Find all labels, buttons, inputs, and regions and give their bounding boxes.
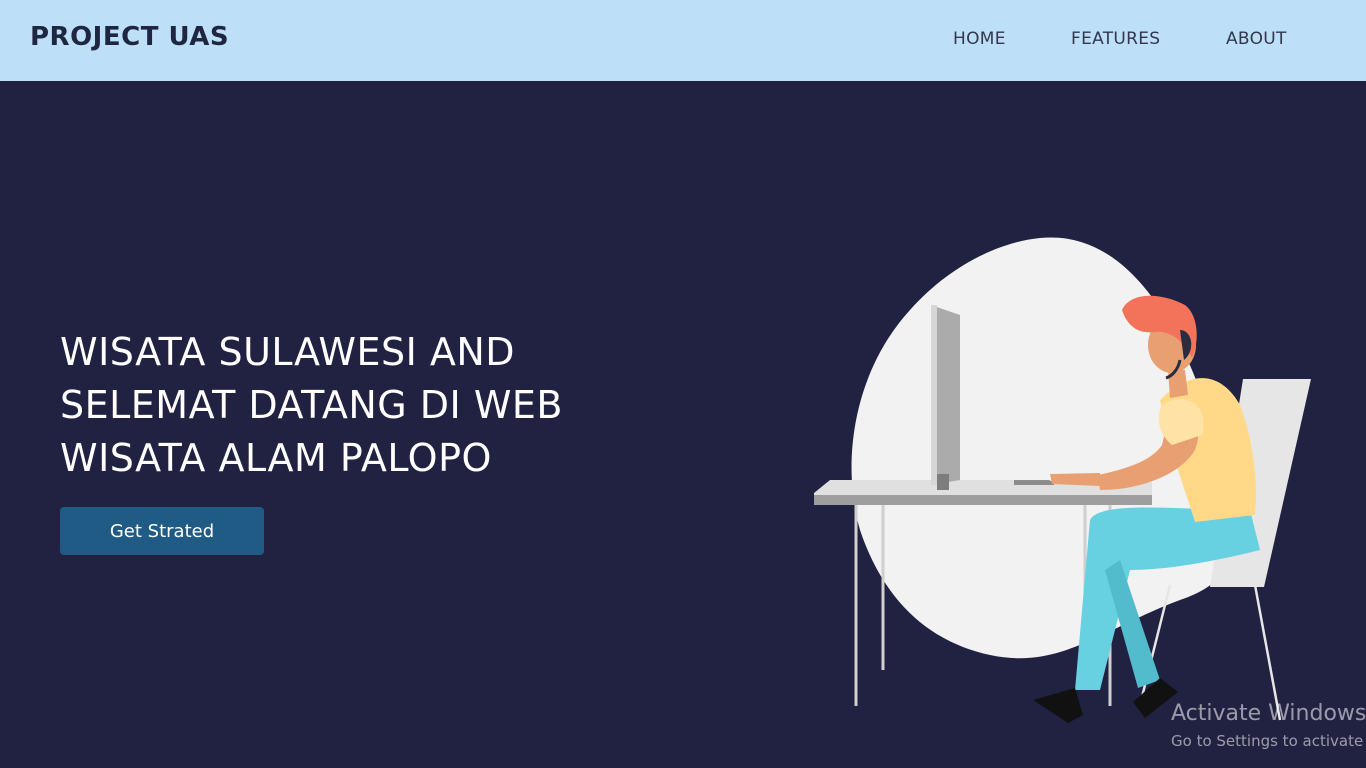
watermark-title: Activate Windows (1171, 701, 1366, 726)
hero-title: WISATA SULAWESI AND SELEMAT DATANG DI WE… (60, 326, 700, 485)
hero-title-line: SELEMAT DATANG DI WEB (60, 383, 563, 427)
monitor-stand (937, 474, 949, 490)
nav-link-about[interactable]: ABOUT (1226, 29, 1287, 49)
nav-link-features[interactable]: FEATURES (1071, 29, 1160, 49)
get-started-button[interactable]: Get Strated (60, 507, 264, 555)
person-shoe (1033, 688, 1083, 723)
monitor-side (931, 305, 937, 485)
watermark-subtitle: Go to Settings to activate Windows. (1171, 732, 1366, 750)
desk-edge (814, 495, 1152, 505)
nav-link-home[interactable]: HOME (953, 29, 1006, 49)
person-at-computer-illustration (814, 237, 1311, 723)
hero-title-line: WISATA ALAM PALOPO (60, 436, 492, 480)
activate-windows-watermark: Activate Windows Go to Settings to activ… (1171, 700, 1366, 754)
hero-title-line: WISATA SULAWESI AND (60, 330, 516, 374)
navbar: PROJECT UAS HOME FEATURES ABOUT (0, 0, 1366, 81)
keyboard (1014, 480, 1054, 485)
brand-logo[interactable]: PROJECT UAS (30, 22, 229, 52)
person-hand-skin (1050, 473, 1100, 486)
